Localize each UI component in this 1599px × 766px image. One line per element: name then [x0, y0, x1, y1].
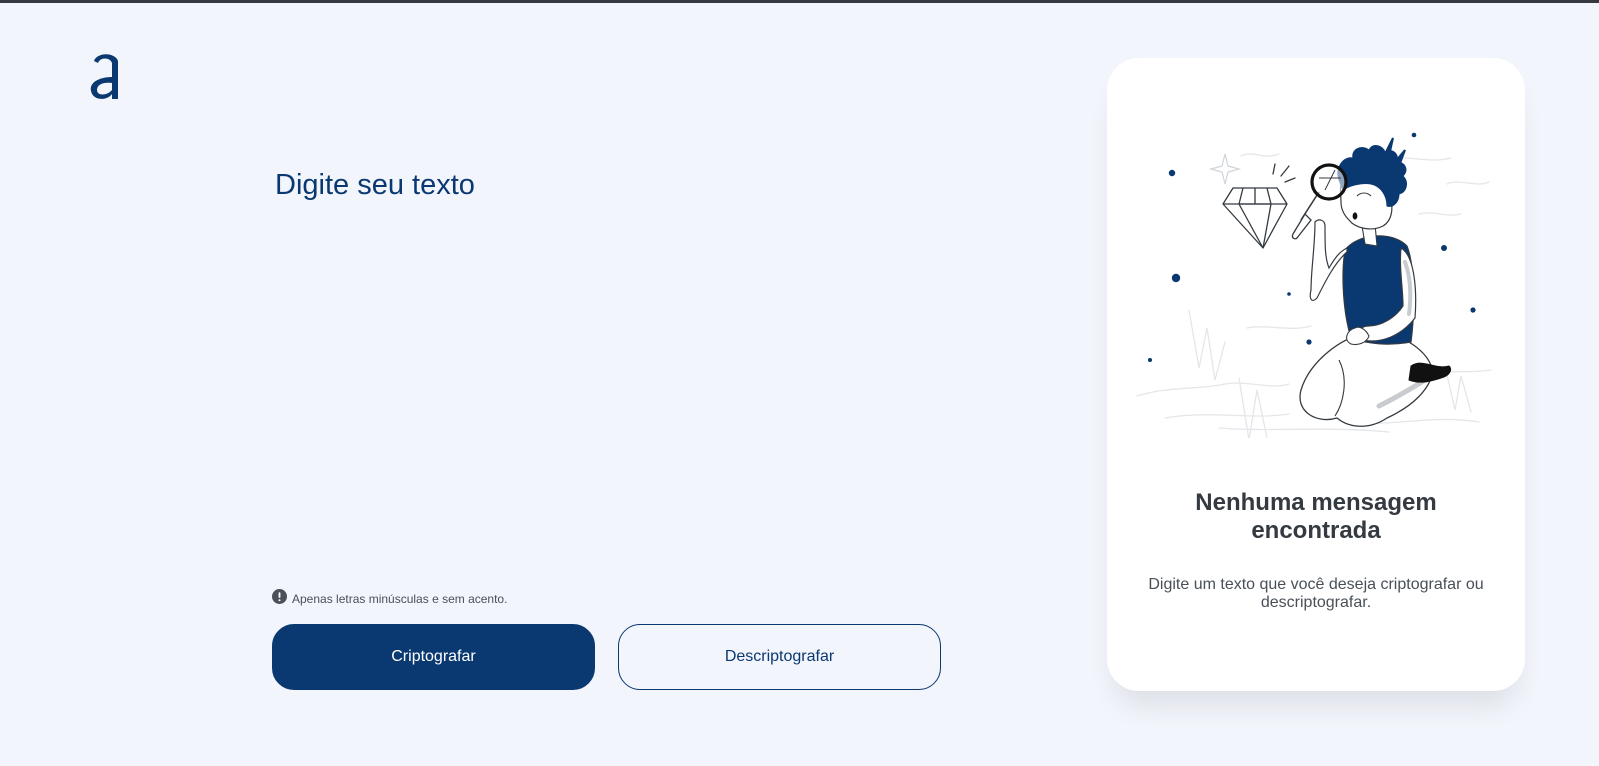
encrypt-button[interactable]: Criptografar	[272, 624, 595, 690]
alura-logo	[88, 47, 124, 103]
hint-text: Apenas letras minúsculas e sem acento.	[292, 592, 508, 606]
decrypt-button[interactable]: Descriptografar	[618, 624, 941, 690]
message-input[interactable]	[275, 167, 965, 567]
logo-icon	[90, 54, 118, 99]
exclamation-circle-icon	[272, 589, 287, 604]
output-card: Nenhuma mensagem encontrada Digite um te…	[1107, 58, 1525, 691]
empty-state-description: Digite um texto que você deseja criptogr…	[1148, 576, 1484, 612]
search-illustration-icon	[1136, 132, 1492, 438]
empty-state-title: Nenhuma mensagem encontrada	[1195, 489, 1437, 545]
input-hint: Apenas letras minúsculas e sem acento.	[272, 587, 507, 606]
